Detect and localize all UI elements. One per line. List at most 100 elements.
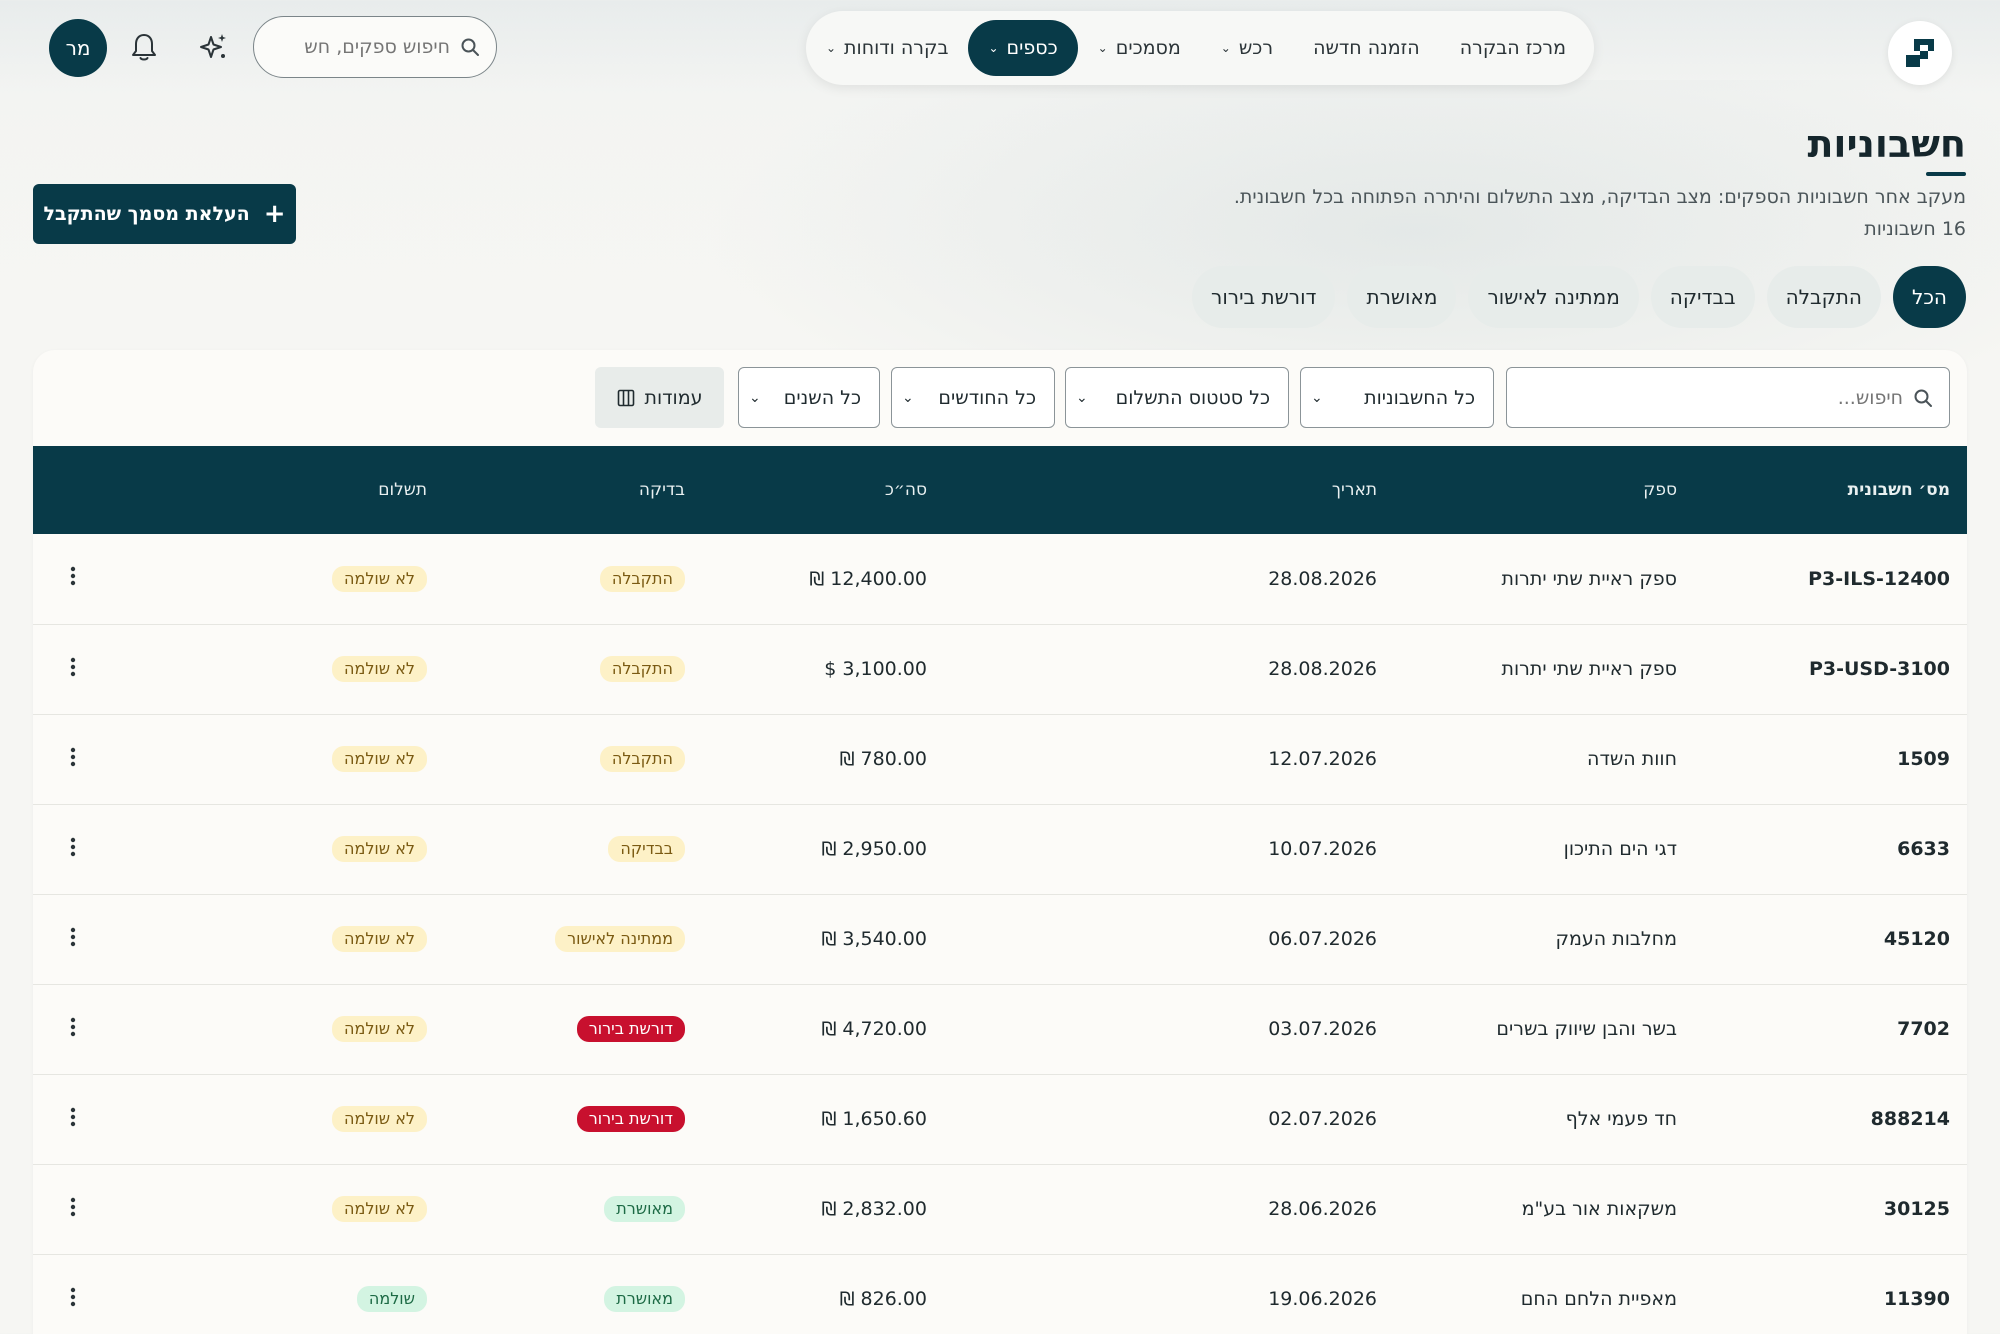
invoice-number[interactable]: 6633 [1897,838,1950,860]
upload-button-label: העלאת מסמך שהתקבל [43,203,250,225]
invoice-date: 19.06.2026 [1268,1288,1377,1310]
title-underline [1926,172,1966,176]
check-status-badge: דורשת בירור [576,1016,685,1042]
top-bar: מרכז הבקרה הזמנה חדשה רכש ⌄ מסמכים ⌄ כספ… [0,0,2000,94]
more-actions-icon[interactable] [63,835,83,859]
tab-label: התקבלה [1785,285,1862,309]
tab-approved[interactable]: מאושרת [1347,266,1457,328]
years-select[interactable]: כל השנים ⌄ [738,367,880,428]
upload-document-button[interactable]: + העלאת מסמך שהתקבל [33,184,296,244]
table-row[interactable]: P3-USD-3100 ספק ראיית שתי יתרות 28.08.20… [33,624,1967,714]
column-header-number[interactable]: מס׳ חשבונית [1677,446,1967,534]
chevron-down-icon: ⌄ [749,389,761,406]
check-status-badge: התקבלה [599,656,685,682]
invoice-number[interactable]: 30125 [1884,1198,1950,1220]
invoice-number[interactable]: 888214 [1871,1108,1950,1130]
chevron-down-icon: ⌄ [1220,41,1231,55]
invoice-number[interactable]: 11390 [1884,1288,1950,1310]
nav-label: רכש [1238,37,1274,59]
chevron-down-icon: ⌄ [1311,389,1323,406]
table-search-input[interactable] [1523,386,1903,409]
invoice-number[interactable]: 7702 [1897,1018,1950,1040]
supplier-name: דגי הים התיכון [1563,838,1677,860]
check-status-badge: מאושרת [604,1196,685,1222]
invoice-number[interactable]: P3-USD-3100 [1809,658,1950,680]
table-row[interactable]: 1509 חוות השדה 12.07.2026 ₪ 780.00 התקבל… [33,714,1967,804]
table-row[interactable]: 11390 מאפיית הלחם החם 19.06.2026 ₪ 826.0… [33,1254,1967,1334]
invoice-date: 28.06.2026 [1268,1198,1377,1220]
nav-item-finance[interactable]: כספים ⌄ [968,20,1078,76]
invoices-select[interactable]: כל החשבוניות ⌄ [1300,367,1494,428]
app-logo[interactable] [1888,21,1952,85]
notifications-button[interactable] [121,24,167,70]
tab-in-review[interactable]: בבדיקה [1650,266,1755,328]
columns-button[interactable]: עמודות [595,367,724,428]
supplier-name: מחלבות העמק [1555,928,1678,950]
invoice-total: ₪ 12,400.00 [809,567,927,590]
table-row[interactable]: 888214 חד פעמי אלף 02.07.2026 ₪ 1,650.60… [33,1074,1967,1164]
table-search[interactable] [1506,367,1950,428]
invoice-total: ₪ 2,832.00 [821,1198,927,1220]
page-title: חשבוניות [1807,122,1966,166]
table-row[interactable]: 6633 דגי הים התיכון 10.07.2026 ₪ 2,950.0… [33,804,1967,894]
invoice-date: 02.07.2026 [1268,1108,1377,1130]
table-row[interactable]: 7702 בשר והבן שיווק בשרים 03.07.2026 ₪ 4… [33,984,1967,1074]
column-header-check[interactable]: בדיקה [427,446,685,534]
avatar-initials: מר [65,36,91,60]
more-actions-icon[interactable] [63,655,83,679]
nav-item-dashboard[interactable]: מרכז הבקרה [1440,20,1586,76]
invoice-number[interactable]: 1509 [1897,748,1950,770]
nav-item-control-reports[interactable]: בקרה ודוחות ⌄ [806,20,969,76]
table-row[interactable]: 30125 משקאות אור בע"מ 28.06.2026 ₪ 2,832… [33,1164,1967,1254]
more-actions-icon[interactable] [63,925,83,949]
column-header-supplier[interactable]: ספק [1377,446,1677,534]
user-avatar[interactable]: מר [49,19,107,77]
table-row[interactable]: P3-ILS-12400 ספק ראיית שתי יתרות 28.08.2… [33,534,1967,624]
tab-label: ממתינה לאישור [1487,285,1620,309]
invoices-card: כל החשבוניות ⌄ כל סטטוס התשלום ⌄ כל החוד… [33,350,1967,1334]
global-search[interactable] [253,16,497,78]
global-search-input[interactable] [300,36,450,58]
check-status-badge: בבדיקה [608,836,685,862]
more-actions-icon[interactable] [63,745,83,769]
payment-status-select[interactable]: כל סטטוס התשלום ⌄ [1065,367,1289,428]
table-row[interactable]: 45120 מחלבות העמק 06.07.2026 ₪ 3,540.00 … [33,894,1967,984]
column-header-payment[interactable]: תשלום [113,446,427,534]
more-actions-icon[interactable] [63,564,83,588]
more-actions-icon[interactable] [63,1015,83,1039]
payment-status-badge: שולמה [356,1286,427,1312]
chevron-down-icon: ⌄ [902,389,914,406]
column-header-date[interactable]: תאריך [927,446,1377,534]
invoice-total: ₪ 4,720.00 [821,1018,927,1040]
column-header-total[interactable]: סה״כ [685,446,927,534]
nav-label: כספים [1006,37,1058,59]
tab-received[interactable]: התקבלה [1766,266,1881,328]
nav-item-new-order[interactable]: הזמנה חדשה [1293,20,1440,76]
payment-status-badge: לא שולמה [332,565,427,592]
select-value: כל השנים [783,386,861,409]
invoice-date: 06.07.2026 [1268,928,1377,950]
tab-all[interactable]: הכל [1892,266,1966,328]
nav-item-documents[interactable]: מסמכים ⌄ [1078,20,1201,76]
ai-assistant-button[interactable] [190,24,236,70]
columns-button-label: עמודות [644,386,703,409]
tab-pending-approval[interactable]: ממתינה לאישור [1468,266,1639,328]
select-value: כל החשבוניות [1364,386,1475,409]
invoice-number[interactable]: 45120 [1884,928,1950,950]
more-actions-icon[interactable] [63,1195,83,1219]
invoice-date: 28.08.2026 [1268,567,1377,590]
invoice-number[interactable]: P3-ILS-12400 [1808,568,1950,590]
months-select[interactable]: כל החודשים ⌄ [891,367,1055,428]
nav-item-procurement[interactable]: רכש ⌄ [1201,20,1293,76]
payment-status-badge: לא שולמה [332,836,427,862]
nav-label: הזמנה חדשה [1313,37,1420,59]
page-subtitle: מעקב אחר חשבוניות הספקים: מצב הבדיקה, מצ… [1233,186,1966,208]
filters-bar: כל החשבוניות ⌄ כל סטטוס התשלום ⌄ כל החוד… [33,367,1967,429]
tab-needs-clarification[interactable]: דורשת בירור [1192,266,1336,328]
more-actions-icon[interactable] [63,1105,83,1129]
supplier-name: משקאות אור בע"מ [1521,1198,1677,1220]
chevron-down-icon: ⌄ [825,41,837,55]
more-actions-icon[interactable] [63,1285,83,1309]
sparkles-icon [200,34,226,58]
check-status-badge: מאושרת [604,1286,685,1312]
